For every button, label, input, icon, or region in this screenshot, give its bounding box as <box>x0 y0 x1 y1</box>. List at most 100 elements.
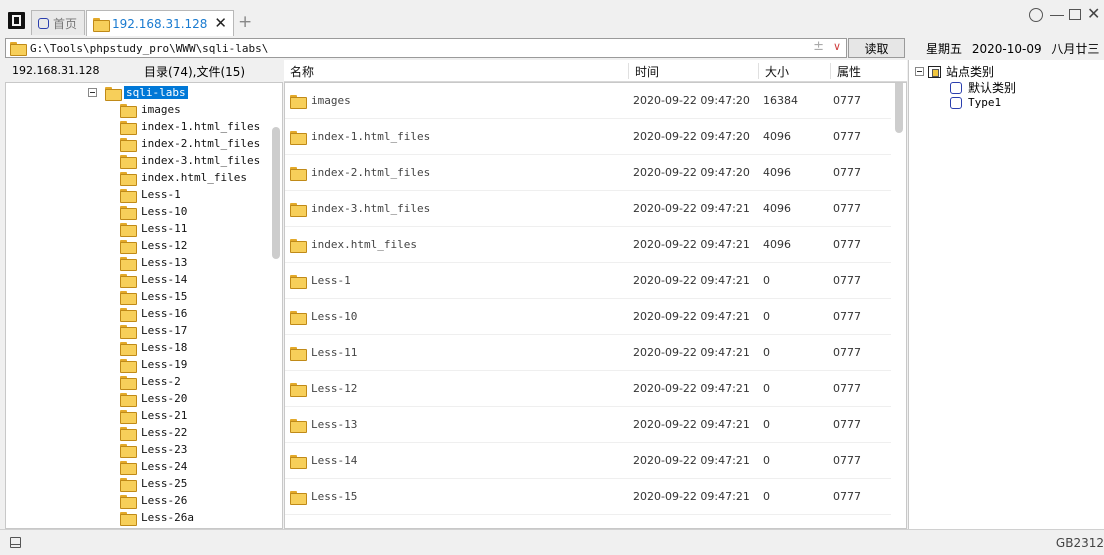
tree-item[interactable]: Less-24 <box>120 458 260 475</box>
tree-item[interactable]: Less-15 <box>120 288 260 305</box>
tree-item[interactable]: index.html_files <box>120 169 260 186</box>
directory-tree[interactable]: sqli-labs images index-1.html_files index-… <box>5 82 283 529</box>
collapse-icon[interactable] <box>88 88 97 97</box>
file-row[interactable]: Less-13 2020-09-22 09:47:21 0 0777 <box>285 407 891 443</box>
tree-item-label: Less-22 <box>141 426 188 439</box>
tree-item[interactable]: Less-26a <box>120 509 260 526</box>
tree-item[interactable]: Less-25 <box>120 475 260 492</box>
close-tab-icon[interactable]: ✕ <box>214 14 227 32</box>
file-time: 2020-09-22 09:47:20 <box>633 166 750 179</box>
file-size: 0 <box>763 274 770 287</box>
tab-remote-host[interactable]: 192.168.31.128 ✕ <box>86 10 234 36</box>
file-row[interactable]: Less-11 2020-09-22 09:47:21 0 0777 <box>285 335 891 371</box>
tab-home[interactable]: 首页 <box>31 10 85 35</box>
folder-icon <box>120 341 137 356</box>
tree-item-label: Less-23 <box>141 443 188 456</box>
read-button[interactable]: 读取 <box>848 38 905 58</box>
tree-item[interactable]: images <box>120 101 260 118</box>
tree-item[interactable]: Less-19 <box>120 356 260 373</box>
tree-scrollbar[interactable] <box>270 83 282 528</box>
folder-icon <box>290 455 307 469</box>
tree-root[interactable]: sqli-labs <box>88 84 188 101</box>
file-name: index-3.html_files <box>311 202 431 215</box>
tree-item[interactable]: Less-20 <box>120 390 260 407</box>
app-logo-icon[interactable] <box>8 12 25 29</box>
window-icon[interactable] <box>10 537 21 548</box>
tree-item[interactable]: index-2.html_files <box>120 135 260 152</box>
tree-item[interactable]: Less-26 <box>120 492 260 509</box>
file-list-header: 名称 时间 大小 属性 <box>284 60 907 82</box>
folder-icon <box>120 307 137 322</box>
new-tab-icon[interactable]: + <box>238 12 252 32</box>
file-name: Less-14 <box>311 454 358 467</box>
site-category-root[interactable]: 站点类别 <box>915 63 994 80</box>
chevron-down-icon[interactable]: ∨ <box>833 40 841 53</box>
tree-item[interactable]: Less-16 <box>120 305 260 322</box>
file-row[interactable]: Less-10 2020-09-22 09:47:21 0 0777 <box>285 299 891 335</box>
folder-icon <box>120 324 137 339</box>
column-time[interactable]: 时间 <box>628 63 758 79</box>
folder-icon <box>120 239 137 254</box>
tree-item[interactable]: Less-23 <box>120 441 260 458</box>
host-label: 192.168.31.128 <box>12 64 100 77</box>
tree-item-label: Less-11 <box>141 222 188 235</box>
file-row[interactable]: Less-15 2020-09-22 09:47:21 0 0777 <box>285 479 891 515</box>
column-size[interactable]: 大小 <box>758 63 830 79</box>
scrollbar-thumb[interactable] <box>272 127 280 259</box>
folder-icon <box>290 311 307 325</box>
tab-label: 首页 <box>53 16 78 31</box>
tree-item[interactable]: index-1.html_files <box>120 118 260 135</box>
tree-item[interactable]: Less-13 <box>120 254 260 271</box>
file-row[interactable]: Less-1 2020-09-22 09:47:21 0 0777 <box>285 263 891 299</box>
tree-item[interactable]: index-3.html_files <box>120 152 260 169</box>
tree-item[interactable]: Less-17 <box>120 322 260 339</box>
tree-item[interactable]: Less-1 <box>120 186 260 203</box>
file-row[interactable]: Less-12 2020-09-22 09:47:21 0 0777 <box>285 371 891 407</box>
minimize-icon[interactable] <box>1050 15 1064 16</box>
tree-item-label: Less-15 <box>141 290 188 303</box>
folder-icon <box>290 491 307 505</box>
tree-item[interactable]: Less-14 <box>120 271 260 288</box>
file-time: 2020-09-22 09:47:21 <box>633 418 750 431</box>
file-row[interactable]: index-1.html_files 2020-09-22 09:47:20 409… <box>285 119 891 155</box>
file-size: 0 <box>763 454 770 467</box>
tree-item[interactable]: Less-22 <box>120 424 260 441</box>
collapse-icon[interactable] <box>915 67 924 76</box>
site-category-panel: 站点类别 默认类别 Type1 <box>908 60 1104 529</box>
circle-icon[interactable] <box>1029 8 1043 22</box>
file-size: 16384 <box>763 94 798 107</box>
folder-icon <box>290 203 307 217</box>
tree-item[interactable]: Less-18 <box>120 339 260 356</box>
tree-item[interactable]: Less-12 <box>120 237 260 254</box>
category-default[interactable]: 默认类别 <box>950 79 1016 96</box>
category-type1[interactable]: Type1 <box>950 96 1001 109</box>
title-bar: 首页 192.168.31.128 ✕ + ✕ <box>0 0 1104 36</box>
file-time: 2020-09-22 09:47:21 <box>633 238 750 251</box>
close-window-icon[interactable]: ✕ <box>1087 4 1100 23</box>
file-list-scrollbar[interactable] <box>893 83 905 528</box>
tree-item[interactable]: Less-10 <box>120 203 260 220</box>
tree-item-label: images <box>141 103 181 116</box>
tree-item[interactable]: Less-2 <box>120 373 260 390</box>
file-time: 2020-09-22 09:47:21 <box>633 310 750 323</box>
tree-item[interactable]: Less-11 <box>120 220 260 237</box>
column-attributes[interactable]: 属性 <box>830 63 892 79</box>
file-time: 2020-09-22 09:47:21 <box>633 454 750 467</box>
scrollbar-thumb[interactable] <box>895 83 903 133</box>
file-size: 4096 <box>763 238 791 251</box>
file-row[interactable]: index-2.html_files 2020-09-22 09:47:20 409… <box>285 155 891 191</box>
file-size: 4096 <box>763 130 791 143</box>
tree-item[interactable]: Less-21 <box>120 407 260 424</box>
file-row[interactable]: Less-14 2020-09-22 09:47:21 0 0777 <box>285 443 891 479</box>
column-name[interactable]: 名称 <box>284 63 628 79</box>
file-row[interactable]: index.html_files 2020-09-22 09:47:21 4096 0… <box>285 227 891 263</box>
tree-item-label: Less-14 <box>141 273 188 286</box>
file-row[interactable]: images 2020-09-22 09:47:20 16384 0777 <box>285 83 891 119</box>
plus-minus-icon[interactable]: ± <box>813 39 824 54</box>
category-label: Type1 <box>968 96 1002 109</box>
file-row[interactable]: index-3.html_files 2020-09-22 09:47:21 409… <box>285 191 891 227</box>
maximize-icon[interactable] <box>1069 9 1081 20</box>
file-list[interactable]: images 2020-09-22 09:47:20 16384 0777 index-… <box>284 82 907 529</box>
folder-icon <box>120 273 137 288</box>
path-input[interactable]: G:\Tools\phpstudy_pro\WWW\sqli-labs\ ± ∨ <box>5 38 847 58</box>
